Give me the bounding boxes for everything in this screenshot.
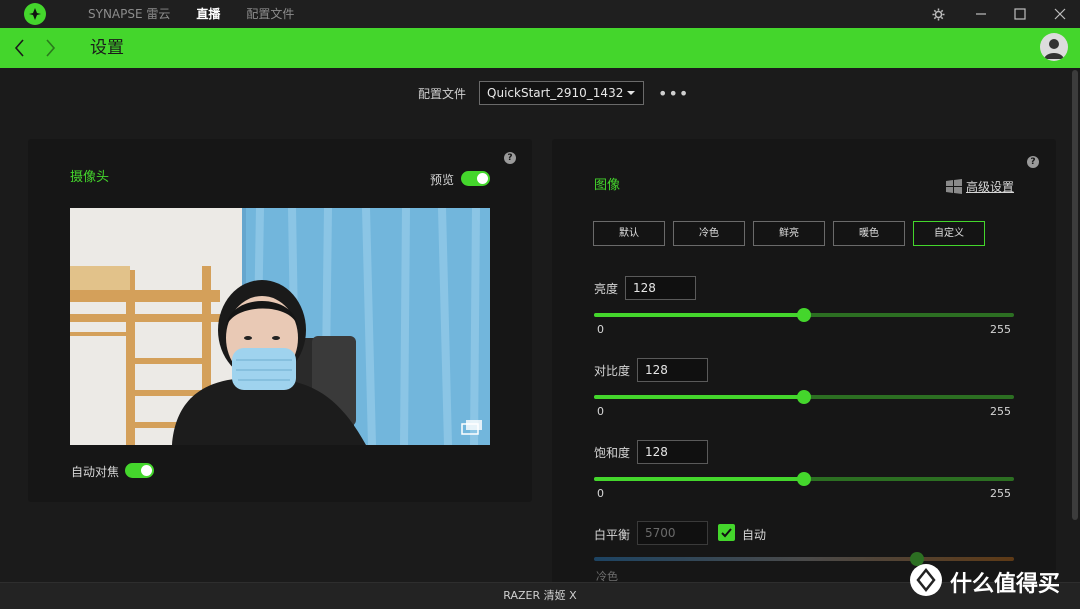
white-balance-label: 白平衡 [594,528,631,542]
watermark-logo-icon [910,564,942,596]
tab-profiles[interactable]: 配置文件 [246,0,294,28]
settings-gear-icon[interactable] [923,0,953,28]
user-avatar-icon[interactable] [1040,33,1068,61]
windows-icon [946,179,962,198]
contrast-slider-thumb[interactable] [797,390,811,404]
auto-white-balance-label: 自动 [742,528,767,542]
image-panel-title: 图像 [594,178,621,193]
scrollbar[interactable] [1072,70,1078,520]
saturation-input[interactable]: 128 [637,440,708,464]
back-arrow-icon[interactable] [10,36,30,60]
header-bar: 设置 [0,28,1080,68]
preview-label: 预览 [430,173,455,187]
profile-dropdown-value: QuickStart_2910_1432 [487,86,624,100]
camera-help-icon[interactable]: ? [504,152,516,164]
autofocus-label: 自动对焦 [71,465,120,479]
white-balance-input[interactable]: 5700 [637,521,708,545]
advanced-settings-link[interactable]: 高级设置 [966,178,1014,195]
watermark-text: 什么值得买 [950,572,1061,597]
saturation-max: 255 [990,487,1011,500]
contrast-max: 255 [990,405,1011,418]
contrast-input[interactable]: 128 [637,358,708,382]
tab-live[interactable]: 直播 [196,0,220,28]
page-title: 设置 [90,38,124,58]
saturation-min: 0 [597,487,604,500]
camera-preview [70,208,490,445]
brightness-label: 亮度 [594,282,619,296]
profile-selector-row: 配置文件 QuickStart_2910_1432 ••• [418,81,689,105]
brightness-slider[interactable] [594,308,1014,322]
forward-arrow-icon[interactable] [40,36,60,60]
contrast-slider[interactable] [594,390,1014,404]
contrast-min: 0 [597,405,604,418]
close-icon[interactable] [1045,0,1075,28]
auto-white-balance-checkbox[interactable] [718,524,735,541]
saturation-slider-fill [594,477,804,481]
camera-panel-title: 摄像头 [70,170,110,185]
chevron-down-icon [627,91,636,95]
brightness-max: 255 [990,323,1011,336]
autofocus-toggle[interactable] [125,463,154,478]
preset-default-button[interactable]: 默认 [593,221,665,246]
watermark: 什么值得买 [910,564,1074,598]
preset-vivid-button[interactable]: 鲜亮 [753,221,825,246]
brightness-min: 0 [597,323,604,336]
white-balance-slider[interactable] [594,552,1014,566]
more-options-button[interactable]: ••• [658,84,689,103]
saturation-slider[interactable] [594,472,1014,486]
saturation-label: 饱和度 [594,446,631,460]
device-name: RAZER 清姬 X [503,589,577,602]
image-help-icon[interactable]: ? [1027,156,1039,168]
contrast-label: 对比度 [594,364,631,378]
tab-synapse[interactable]: SYNAPSE 雷云 [88,0,170,28]
top-tabs: SYNAPSE 雷云 直播 配置文件 [88,0,320,28]
preset-cool-button[interactable]: 冷色 [673,221,745,246]
title-bar: SYNAPSE 雷云 直播 配置文件 [0,0,1080,28]
brightness-slider-thumb[interactable] [797,308,811,322]
saturation-slider-thumb[interactable] [797,472,811,486]
preset-custom-button[interactable]: 自定义 [913,221,985,246]
preset-warm-button[interactable]: 暖色 [833,221,905,246]
brightness-input[interactable]: 128 [625,276,696,300]
brightness-slider-fill [594,313,804,317]
maximize-icon[interactable] [1005,0,1035,28]
profile-dropdown[interactable]: QuickStart_2910_1432 [479,81,645,105]
preview-toggle[interactable] [461,171,490,186]
contrast-slider-fill [594,395,804,399]
profile-label: 配置文件 [418,86,467,101]
minimize-icon[interactable] [966,0,996,28]
checkmark-icon [721,528,732,538]
razer-logo-icon [24,3,46,25]
